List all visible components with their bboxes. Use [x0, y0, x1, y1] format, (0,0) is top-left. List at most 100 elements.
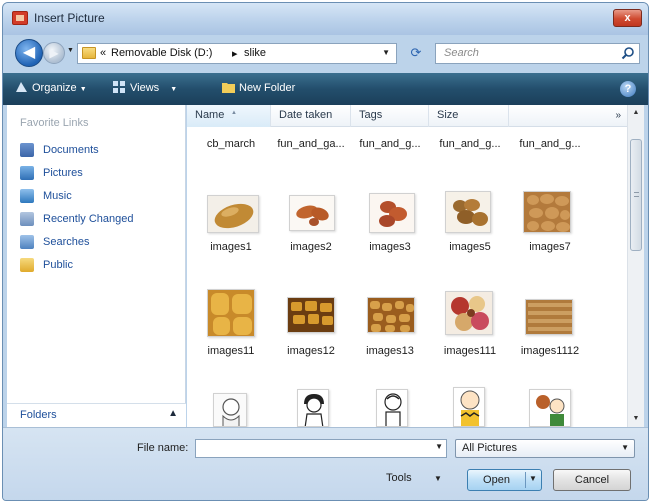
vertical-scrollbar[interactable]: ▲ ▼: [627, 105, 644, 427]
scroll-down-icon[interactable]: ▼: [628, 411, 644, 427]
column-header-bar: Name ▲ Date taken Tags Size »: [187, 105, 627, 127]
open-button[interactable]: Open ▼: [467, 469, 542, 491]
address-dropdown-icon[interactable]: ▼: [382, 48, 390, 57]
file-name-field[interactable]: ▼: [195, 439, 447, 458]
sidebar-item-recently-changed[interactable]: Recently Changed: [20, 210, 134, 233]
back-button[interactable]: ◀: [15, 39, 43, 67]
sidebar-item-public[interactable]: Public: [20, 256, 134, 279]
help-icon[interactable]: ?: [620, 81, 636, 97]
more-columns-icon[interactable]: »: [615, 105, 621, 127]
search-icon[interactable]: [621, 46, 635, 60]
column-label: Name: [195, 109, 225, 121]
new-folder-icon: [222, 83, 235, 93]
views-icon: [113, 81, 125, 93]
column-header-name[interactable]: Name ▲: [187, 105, 271, 127]
image-thumbnail[interactable]: [287, 297, 335, 333]
organize-menu[interactable]: Organize ▼: [15, 81, 87, 94]
file-label[interactable]: fun_and_g...: [350, 138, 430, 150]
search-input[interactable]: [444, 44, 614, 62]
recently-changed-icon: [20, 212, 34, 226]
address-bar[interactable]: « Removable Disk (D:) ▸ slike ▼: [77, 43, 397, 64]
recent-pages-dropdown-icon[interactable]: ▼: [67, 47, 74, 54]
address-row: ◀ ▶ ▼ « Removable Disk (D:) ▸ slike ▼ ⟳: [3, 35, 648, 73]
folders-toggle[interactable]: Folders ▲: [7, 403, 186, 427]
file-label[interactable]: images5: [430, 241, 510, 253]
sidebar-item-label: Documents: [43, 144, 99, 156]
sidebar-item-pictures[interactable]: Pictures: [20, 164, 134, 187]
file-label[interactable]: images3: [350, 241, 430, 253]
breadcrumb-prefix[interactable]: «: [100, 47, 106, 59]
column-label: Size: [437, 109, 459, 121]
file-type-value: All Pictures: [462, 442, 518, 454]
title-bar[interactable]: Insert Picture x: [3, 3, 648, 35]
folder-icon: [82, 47, 96, 59]
split-divider: [525, 472, 526, 488]
dialog-footer: File name: ▼ All Pictures ▼ Tools ▼ Open…: [3, 427, 648, 500]
image-thumbnail[interactable]: [525, 299, 573, 335]
navigation-pane: Favorite Links Documents Pictures Music …: [7, 105, 186, 427]
image-thumbnail[interactable]: [367, 297, 415, 333]
sort-indicator-icon: ▲: [231, 110, 237, 116]
image-thumbnail[interactable]: [376, 389, 408, 427]
tools-dropdown-icon[interactable]: ▼: [434, 474, 442, 483]
column-header-date-taken[interactable]: Date taken: [271, 105, 351, 127]
file-label[interactable]: images7: [510, 241, 590, 253]
file-name-dropdown-icon[interactable]: ▼: [435, 442, 443, 451]
new-folder-label: New Folder: [239, 82, 296, 94]
file-type-select[interactable]: All Pictures ▼: [455, 439, 635, 458]
file-name-input[interactable]: [196, 440, 426, 457]
image-thumbnail[interactable]: [207, 195, 259, 233]
sidebar-item-searches[interactable]: Searches: [20, 233, 134, 256]
image-thumbnail[interactable]: [289, 195, 335, 231]
organize-dropdown-icon: ▼: [79, 86, 87, 93]
file-label[interactable]: images13: [350, 345, 430, 357]
image-thumbnail[interactable]: [207, 289, 255, 337]
image-thumbnail[interactable]: [297, 389, 329, 427]
file-list[interactable]: Name ▲ Date taken Tags Size » cb_march fu…: [187, 105, 627, 427]
column-label: Tags: [359, 109, 383, 121]
column-header-size[interactable]: Size: [429, 105, 509, 127]
views-menu[interactable]: Views ▼: [113, 81, 177, 94]
file-label[interactable]: fun_and_ga...: [271, 138, 351, 150]
scrollbar-thumb[interactable]: [630, 139, 642, 251]
file-label[interactable]: images2: [271, 241, 351, 253]
file-label[interactable]: images1112: [510, 345, 590, 357]
file-label[interactable]: fun_and_g...: [430, 138, 510, 150]
column-header-tags[interactable]: Tags: [351, 105, 429, 127]
forward-button[interactable]: ▶: [43, 42, 65, 64]
tools-menu[interactable]: Tools: [386, 472, 412, 484]
close-button[interactable]: x: [613, 9, 642, 27]
image-thumbnail[interactable]: [523, 191, 571, 233]
image-thumbnail[interactable]: [445, 291, 493, 335]
sidebar-item-label: Searches: [43, 236, 90, 248]
sidebar-item-label: Pictures: [43, 167, 83, 179]
scroll-up-icon[interactable]: ▲: [628, 105, 644, 121]
file-label[interactable]: cb_march: [191, 138, 271, 150]
search-box[interactable]: [435, 43, 640, 64]
file-label[interactable]: images12: [271, 345, 351, 357]
sidebar-item-documents[interactable]: Documents: [20, 141, 134, 164]
image-thumbnail[interactable]: [453, 387, 485, 427]
cancel-button[interactable]: Cancel: [553, 469, 631, 491]
open-dropdown-icon[interactable]: ▼: [529, 474, 537, 483]
breadcrumb-separator: ▸: [232, 48, 238, 60]
new-folder-button[interactable]: New Folder: [222, 81, 295, 94]
favorite-links-list: Documents Pictures Music Recently Change…: [20, 141, 134, 279]
sidebar-item-label: Recently Changed: [43, 213, 134, 225]
breadcrumb-slike[interactable]: slike: [244, 47, 266, 59]
views-label: Views: [130, 82, 160, 94]
sidebar-item-label: Public: [43, 259, 73, 271]
image-thumbnail[interactable]: [529, 389, 571, 427]
file-label[interactable]: images11: [191, 345, 271, 357]
searches-icon: [20, 235, 34, 249]
image-thumbnail[interactable]: [369, 193, 415, 233]
image-thumbnail[interactable]: [445, 191, 491, 233]
grip-icon: [634, 192, 639, 197]
file-label[interactable]: images1: [191, 241, 271, 253]
refresh-icon[interactable]: ⟳: [403, 44, 429, 64]
file-label[interactable]: fun_and_g...: [510, 138, 590, 150]
file-label[interactable]: images111: [430, 345, 510, 357]
image-thumbnail[interactable]: [213, 393, 247, 427]
breadcrumb-removable-disk[interactable]: Removable Disk (D:): [111, 47, 212, 59]
sidebar-item-music[interactable]: Music: [20, 187, 134, 210]
